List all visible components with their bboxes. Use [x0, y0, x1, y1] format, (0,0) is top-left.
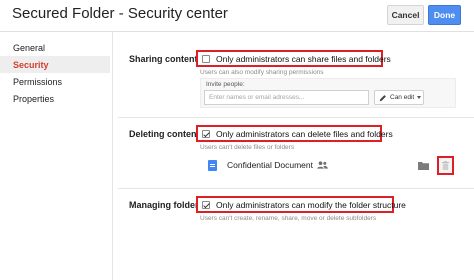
- sharing-helper-text: Users can also modify sharing permission…: [200, 69, 324, 76]
- page-title: Secured Folder - Security center: [12, 5, 228, 22]
- section-divider: [118, 117, 474, 118]
- done-button[interactable]: Done: [428, 5, 461, 25]
- sidebar-divider: [112, 32, 113, 280]
- chevron-down-icon: [417, 96, 422, 99]
- managing-helper-text: Users can't create, rename, share, move …: [200, 215, 377, 222]
- share-restriction-label: Only administrators can share files and …: [216, 53, 391, 64]
- document-name: Confidential Document: [227, 160, 313, 170]
- permission-label: Can edit: [390, 94, 415, 101]
- folder-structure-checkbox[interactable]: [202, 200, 210, 209]
- document-row[interactable]: Confidential Document: [200, 155, 456, 177]
- people-icon: [317, 161, 328, 169]
- pencil-icon: [379, 94, 386, 101]
- deleting-section-label: Deleting content: [129, 129, 200, 139]
- sidebar-item-general[interactable]: General: [0, 39, 110, 56]
- sharing-section-label: Sharing content: [129, 54, 198, 64]
- permission-dropdown[interactable]: Can edit: [374, 90, 424, 105]
- folder-icon: [418, 162, 429, 170]
- share-restriction-option[interactable]: Only administrators can share files and …: [196, 50, 391, 67]
- sidebar-item-security[interactable]: Security: [0, 56, 110, 73]
- invite-panel: Invite people: Can edit: [200, 78, 456, 108]
- share-restriction-checkbox[interactable]: [202, 54, 210, 63]
- trash-icon: [442, 161, 449, 170]
- managing-section-label: Managing folders: [129, 200, 204, 210]
- folder-structure-label: Only administrators can modify the folde…: [216, 199, 406, 210]
- cancel-button[interactable]: Cancel: [387, 5, 424, 25]
- sidebar-item-properties[interactable]: Properties: [0, 90, 110, 107]
- invite-label: Invite people:: [206, 81, 245, 88]
- sidebar: General Security Permissions Properties: [0, 32, 110, 280]
- section-divider: [118, 188, 474, 189]
- delete-button[interactable]: [437, 156, 454, 175]
- dialog-header: Secured Folder - Security center Cancel …: [0, 0, 474, 30]
- sidebar-item-permissions[interactable]: Permissions: [0, 73, 110, 90]
- delete-restriction-label: Only administrators can delete files and…: [216, 128, 393, 139]
- folder-structure-option[interactable]: Only administrators can modify the folde…: [196, 196, 406, 213]
- deleting-helper-text: Users can't delete files or folders: [200, 144, 295, 151]
- invite-input[interactable]: [204, 90, 369, 105]
- delete-restriction-checkbox[interactable]: [202, 129, 210, 138]
- doc-icon: [208, 160, 217, 171]
- delete-restriction-option[interactable]: Only administrators can delete files and…: [196, 125, 393, 142]
